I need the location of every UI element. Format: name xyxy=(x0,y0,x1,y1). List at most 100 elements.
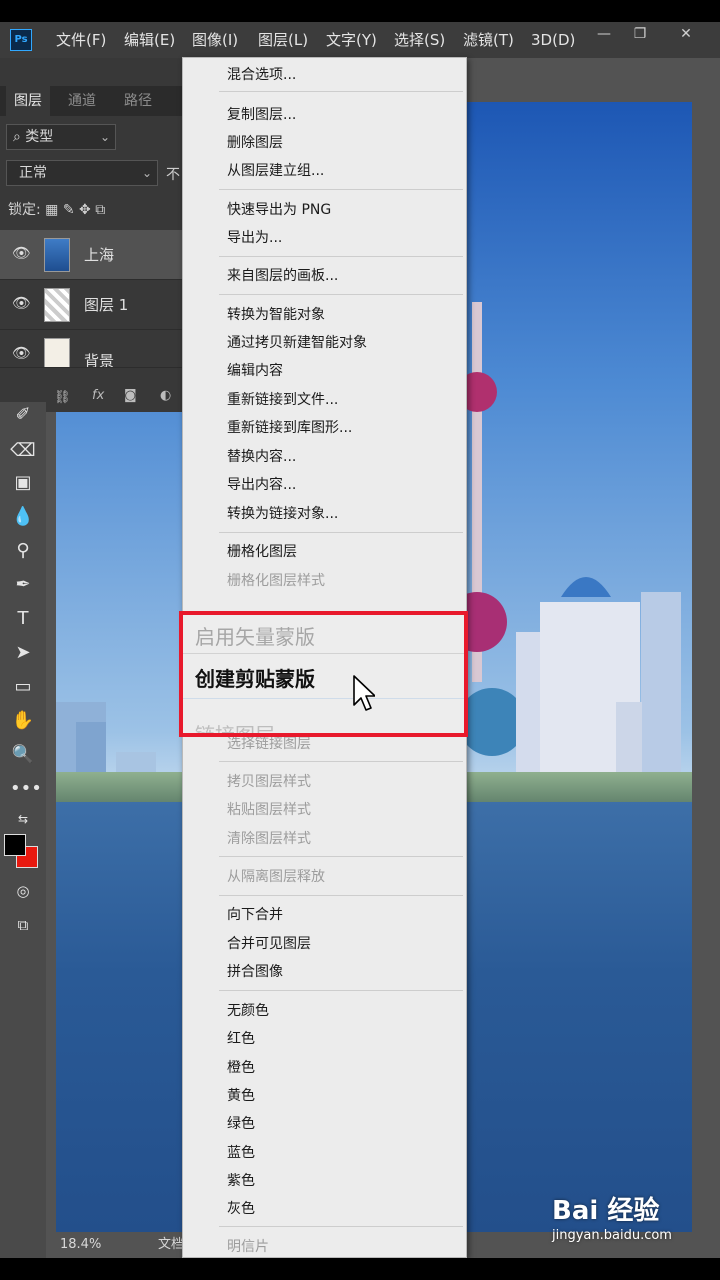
menu-edit[interactable]: 编辑(E) xyxy=(124,22,175,58)
link-icon[interactable]: ⛓ xyxy=(54,390,71,405)
menu-option[interactable]: 紫色 xyxy=(227,1170,255,1190)
eye-icon[interactable]: 👁 xyxy=(12,346,32,361)
close-icon[interactable]: ✕ xyxy=(668,22,704,46)
menu-option[interactable]: 从图层建立组... xyxy=(227,160,324,180)
eraser-icon[interactable]: ⌫ xyxy=(10,438,36,464)
annotation-highlight-box: 启用矢量蒙版 创建剪贴蒙版 链接图层 xyxy=(179,611,468,737)
menu-option[interactable]: 复制图层... xyxy=(227,104,296,124)
menu-select[interactable]: 选择(S) xyxy=(394,22,445,58)
swap-colors-icon[interactable]: ⇆ xyxy=(10,806,36,832)
watermark-url: jingyan.baidu.com xyxy=(552,1228,672,1243)
type-icon[interactable]: T xyxy=(10,606,36,632)
tab-channels[interactable]: 通道 xyxy=(68,86,96,116)
brush-icon[interactable]: ✐ xyxy=(10,402,36,428)
menu-image[interactable]: 图像(I) xyxy=(192,22,238,58)
restore-icon[interactable]: ❐ xyxy=(622,22,658,46)
gradient-icon[interactable]: ▣ xyxy=(10,470,36,496)
chevron-down-icon: ⌄ xyxy=(141,166,152,180)
menu-option-disabled: 拷贝图层样式 xyxy=(227,774,311,790)
menu-separator xyxy=(219,895,463,896)
more-tools-icon[interactable]: ••• xyxy=(10,776,42,802)
menu-option[interactable]: 转换为链接对象... xyxy=(227,503,338,523)
menu-layer[interactable]: 图层(L) xyxy=(258,22,308,58)
lock-artboard-icon[interactable]: ⧉ xyxy=(95,202,105,218)
menu-option[interactable]: 导出为... xyxy=(227,227,282,247)
menu-option[interactable]: 删除图层 xyxy=(227,132,283,152)
menu-option[interactable]: 重新链接到库图形... xyxy=(227,417,352,437)
rectangle-icon[interactable]: ▭ xyxy=(10,674,36,700)
layer-row[interactable]: 👁 背景 xyxy=(0,330,182,368)
filter-label: 类型 xyxy=(25,129,54,145)
dodge-icon[interactable]: ⚲ xyxy=(10,538,36,564)
blur-icon[interactable]: 💧 xyxy=(10,504,36,530)
layer-name: 上海 xyxy=(84,246,115,264)
menu-option[interactable]: 黄色 xyxy=(227,1085,255,1105)
menu-option[interactable]: 拼合图像 xyxy=(227,961,283,981)
menu-option[interactable]: 来自图层的画板... xyxy=(227,265,338,285)
menu-option[interactable]: 重新链接到文件... xyxy=(227,389,338,409)
mouse-cursor-icon xyxy=(353,675,375,711)
menu-3d[interactable]: 3D(D) xyxy=(531,22,575,58)
menu-option[interactable]: 编辑内容 xyxy=(227,360,283,380)
menu-option[interactable]: 合并可见图层 xyxy=(227,933,311,953)
doc-info-label[interactable]: 文档 xyxy=(158,1232,184,1258)
menu-option[interactable]: 无颜色 xyxy=(227,1000,269,1020)
menu-option[interactable]: 转换为智能对象 xyxy=(227,304,325,324)
menu-option-create-clipping-mask[interactable]: 创建剪贴蒙版 xyxy=(195,663,315,692)
path-select-icon[interactable]: ➤ xyxy=(10,640,36,666)
eye-icon[interactable]: 👁 xyxy=(12,246,32,261)
menu-filter[interactable]: 滤镜(T) xyxy=(463,22,514,58)
menu-separator xyxy=(219,1226,463,1227)
menu-separator xyxy=(219,532,463,533)
menu-separator xyxy=(183,698,464,699)
layer-filter-select[interactable]: ⌕ 类型 ⌄ xyxy=(6,124,116,150)
menu-option[interactable]: 栅格化图层 xyxy=(227,541,297,561)
menu-option[interactable]: 蓝色 xyxy=(227,1142,255,1162)
menu-option[interactable]: 灰色 xyxy=(227,1198,255,1218)
layer-row[interactable]: 👁 图层 1 xyxy=(0,280,182,330)
menu-separator xyxy=(219,91,463,92)
zoom-level[interactable]: 18.4% xyxy=(60,1232,101,1258)
opacity-label: 不 xyxy=(166,167,180,183)
menu-separator xyxy=(219,761,463,762)
tab-layers[interactable]: 图层 xyxy=(6,86,50,116)
layer-row[interactable]: 👁 上海 xyxy=(0,230,182,280)
menu-option[interactable]: 导出内容... xyxy=(227,474,296,494)
layer-thumbnail xyxy=(44,238,70,272)
blend-mode-select[interactable]: 正常 ⌄ xyxy=(6,160,158,186)
tools-panel: ✐ ⌫ ▣ 💧 ⚲ ✒ T ➤ ▭ ✋ 🔍 ••• ⇆ ◎ ⧉ xyxy=(0,402,46,1258)
hand-icon[interactable]: ✋ xyxy=(10,708,36,734)
menu-bar: Ps 文件(F) 编辑(E) 图像(I) 图层(L) 文字(Y) 选择(S) 滤… xyxy=(0,22,720,58)
baidu-jingyan-watermark: Bai 经验 jingyan.baidu.com xyxy=(552,1196,672,1243)
mask-icon[interactable]: ◙ xyxy=(124,388,137,403)
menu-option[interactable]: 通过拷贝新建智能对象 xyxy=(227,332,367,352)
eye-icon[interactable]: 👁 xyxy=(12,296,32,311)
foreground-color-swatch[interactable] xyxy=(4,834,26,856)
layer-name: 背景 xyxy=(84,352,115,368)
lock-image-icon[interactable]: ✎ xyxy=(63,202,79,218)
menu-option[interactable]: 替换内容... xyxy=(227,446,296,466)
zoom-icon[interactable]: 🔍 xyxy=(10,742,36,768)
layer-thumbnail xyxy=(44,338,70,367)
fx-icon[interactable]: fx xyxy=(92,388,104,403)
menu-option[interactable]: 向下合并 xyxy=(227,904,283,924)
screen-mode-icon[interactable]: ⧉ xyxy=(10,912,36,938)
search-icon: ⌕ xyxy=(13,129,26,145)
menu-option-clipped: 链接图层 xyxy=(195,719,275,733)
tab-paths[interactable]: 路径 xyxy=(124,86,152,116)
pen-icon[interactable]: ✒ xyxy=(10,572,36,598)
minimize-icon[interactable]: — xyxy=(586,22,622,46)
menu-separator xyxy=(219,294,463,295)
adjustment-icon[interactable]: ◐ xyxy=(160,388,171,403)
menu-type[interactable]: 文字(Y) xyxy=(326,22,377,58)
menu-option[interactable]: 红色 xyxy=(227,1028,255,1048)
quick-mask-icon[interactable]: ◎ xyxy=(10,878,36,904)
menu-option[interactable]: 快速导出为 PNG xyxy=(227,199,331,219)
lock-transparent-icon[interactable]: ▦ xyxy=(45,202,63,218)
menu-separator xyxy=(219,990,463,991)
lock-position-icon[interactable]: ✥ xyxy=(79,202,95,218)
menu-option[interactable]: 橙色 xyxy=(227,1057,255,1077)
menu-option[interactable]: 绿色 xyxy=(227,1113,255,1133)
menu-file[interactable]: 文件(F) xyxy=(56,22,106,58)
menu-option[interactable]: 混合选项... xyxy=(227,64,296,84)
